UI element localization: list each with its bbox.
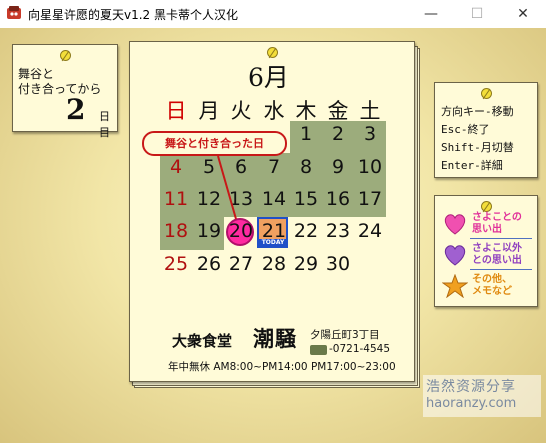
calendar-day[interactable]: 7	[258, 156, 290, 178]
calendar-day[interactable]: 15	[290, 188, 322, 210]
pushpin-icon	[60, 50, 71, 61]
anniversary-label-line1: 舞谷と	[18, 67, 55, 81]
title-bar: 向星星许愿的夏天v1.2 黑卡蒂个人汉化 — ☐ ✕	[0, 0, 546, 28]
shop-hours: 年中無休 AM8:00~PM14:00 PM17:00~23:00	[168, 361, 396, 373]
calendar-day[interactable]: 25	[160, 253, 192, 275]
calendar-day[interactable]: 19	[193, 220, 225, 242]
weekday-label: 日	[165, 99, 187, 123]
help-line-detail: Enter-詳細	[441, 159, 503, 172]
menu-item-label: との思い出	[472, 255, 522, 266]
controls-help-note: 方向キー-移動 Esc-終了 Shift-月切替 Enter-詳細	[434, 82, 538, 178]
calendar-day[interactable]: 22	[290, 220, 322, 242]
menu-item-sayoko-memories[interactable]: さよことの 思い出	[440, 210, 533, 239]
help-line-month: Shift-月切替	[441, 141, 514, 154]
calendar-day[interactable]: 2	[322, 123, 354, 145]
anniversary-note: 舞谷と 付き合ってから 2 日目	[12, 44, 118, 139]
calendar-day[interactable]: 11	[160, 188, 192, 210]
menu-item-label: さよことの	[472, 212, 522, 223]
month-title: 6月	[248, 63, 289, 92]
app-icon	[7, 6, 21, 19]
weekday-label: 水	[263, 99, 285, 123]
menu-item-label: 思い出	[472, 224, 502, 235]
minimize-button[interactable]: —	[408, 0, 454, 28]
star-icon	[442, 274, 468, 298]
calendar-day[interactable]: 27	[225, 253, 257, 275]
calendar-day[interactable]: 8	[290, 156, 322, 178]
calendar-day[interactable]: 9	[322, 156, 354, 178]
weekday-label: 月	[198, 99, 220, 123]
calendar-day[interactable]: 20	[225, 220, 257, 242]
calendar-day[interactable]: 24	[354, 220, 386, 242]
weekday-label: 火	[230, 99, 252, 123]
calendar-day[interactable]: 17	[354, 188, 386, 210]
calendar-day[interactable]: 6	[225, 156, 257, 178]
menu-item-other-memories[interactable]: さよこ以外 との思い出	[440, 241, 533, 270]
calendar-day[interactable]: 5	[193, 156, 225, 178]
shop-name: 大衆食堂	[172, 332, 233, 350]
menu-item-notes[interactable]: その他、 メモなど	[440, 272, 533, 301]
close-button[interactable]: ✕	[500, 0, 546, 28]
anniversary-label-line2: 付き合ってから	[18, 82, 102, 96]
today-badge: TODAY	[259, 239, 287, 247]
anniversary-day-count: 2	[66, 93, 86, 126]
calendar-day[interactable]: 4	[160, 156, 192, 178]
pushpin-icon	[481, 88, 492, 99]
shop-logo: 潮騒	[253, 326, 297, 351]
calendar-day[interactable]: 29	[290, 253, 322, 275]
help-line-exit: Esc-終了	[441, 123, 490, 136]
shop-address: 夕陽丘町3丁目	[310, 329, 380, 341]
calendar-day[interactable]: 28	[258, 253, 290, 275]
calendar-day[interactable]: 3	[354, 123, 386, 145]
watermark-cn: 浩然资源分享	[426, 379, 516, 395]
heart-pink-icon	[444, 214, 466, 235]
heart-purple-icon	[444, 245, 466, 266]
calendar-day[interactable]: 14	[258, 188, 290, 210]
calendar-day[interactable]: 26	[193, 253, 225, 275]
watermark-en: haoranzy.com	[426, 396, 517, 411]
calendar-day[interactable]: 18	[160, 220, 192, 242]
divider	[470, 269, 532, 270]
calendar-day[interactable]: 13	[225, 188, 257, 210]
menu-item-label: メモなど	[472, 286, 512, 297]
menu-item-label: さよこ以外	[472, 243, 522, 254]
anniversary-day-unit: 日目	[99, 110, 110, 139]
window-title: 向星星许愿的夏天v1.2 黑卡蒂个人汉化	[28, 8, 239, 22]
anniversary-callout: 舞谷と付き合った日	[142, 131, 287, 156]
phone-icon	[310, 345, 327, 355]
calendar-day[interactable]: 12	[193, 188, 225, 210]
divider	[470, 238, 532, 239]
calendar-day[interactable]: 23	[322, 220, 354, 242]
calendar-day[interactable]: 1	[290, 123, 322, 145]
menu-item-label: その他、	[472, 274, 512, 285]
calendar-day[interactable]: 16	[322, 188, 354, 210]
memory-menu-note: さよことの 思い出 さよこ以外 との思い出 その他、 メモなど	[434, 195, 538, 307]
maximize-button[interactable]: ☐	[454, 0, 500, 28]
pushpin-icon	[267, 47, 278, 58]
anniversary-label: 舞谷と 付き合ってから	[18, 67, 101, 97]
calendar-day[interactable]: 10	[354, 156, 386, 178]
calendar-day[interactable]: 30	[322, 253, 354, 275]
help-line-move: 方向キー-移動	[441, 105, 514, 118]
shop-phone: -0721-4545	[329, 343, 391, 355]
